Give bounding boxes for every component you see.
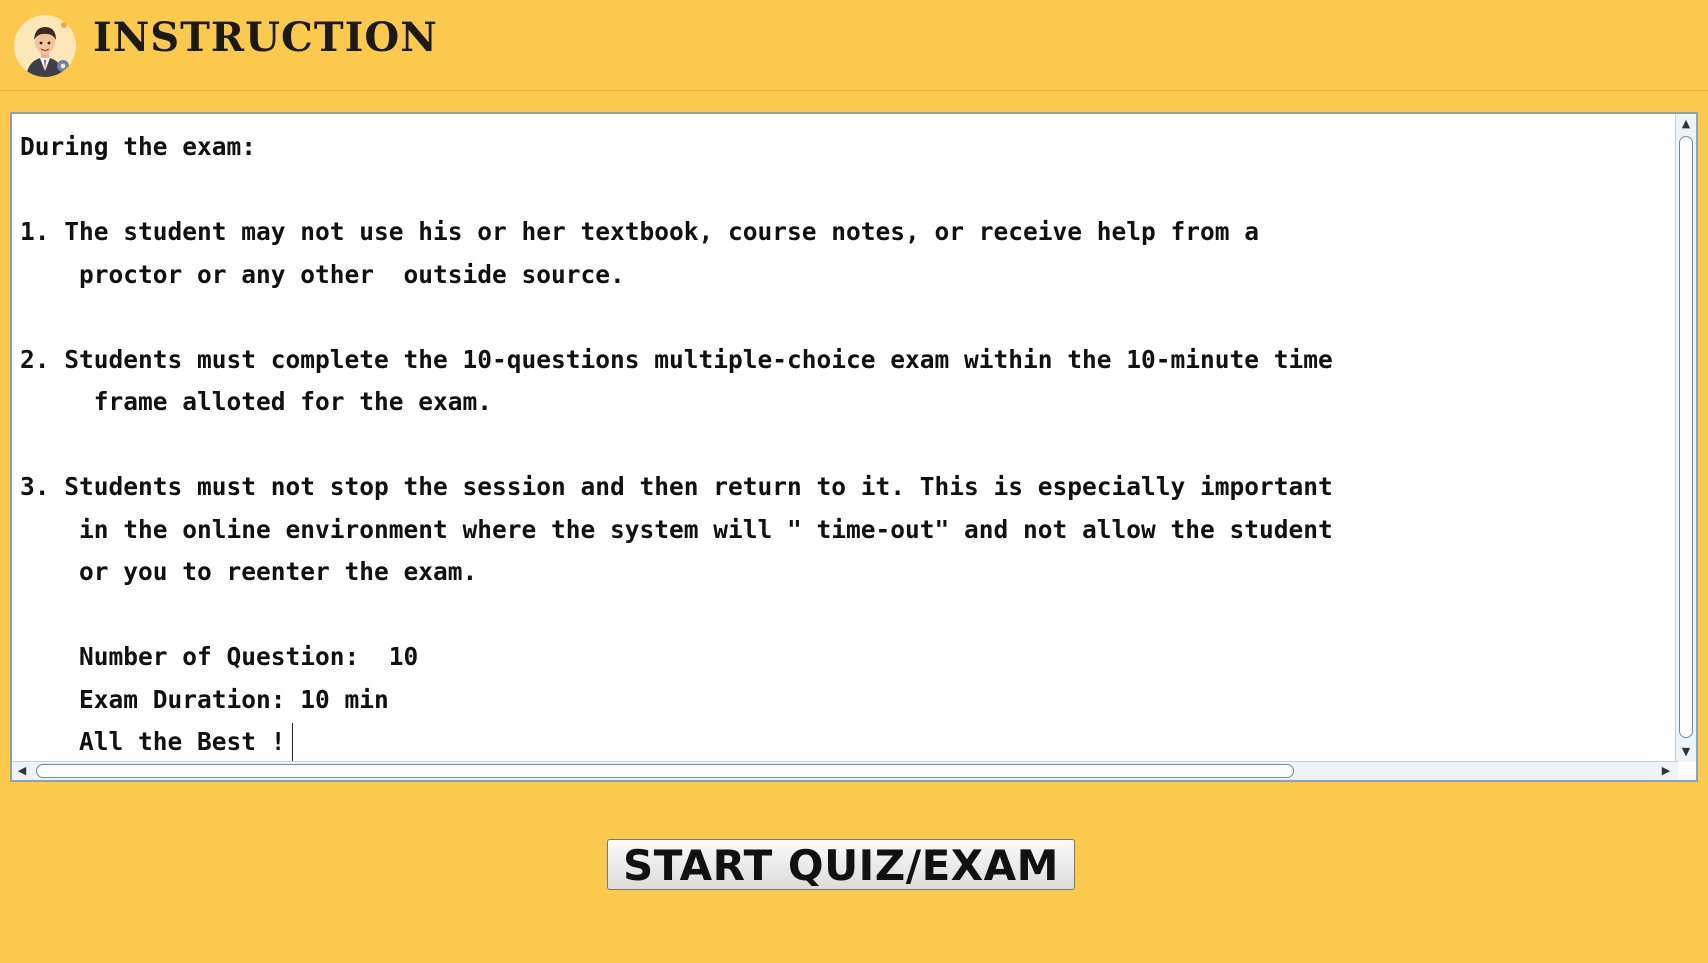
header-bar: INSTRUCTION [0, 0, 1708, 91]
instruction-line: Number of Question: 10 [20, 642, 419, 671]
instruction-line [20, 169, 1680, 212]
page-title: INSTRUCTION [93, 14, 438, 61]
instruction-last-line: All the Best ! [20, 721, 1680, 764]
instruction-line: or you to reenter the exam. [20, 557, 478, 586]
instruction-line: All the Best ! [20, 727, 286, 756]
vertical-scrollbar[interactable]: ▲ ▼ [1675, 114, 1696, 762]
scroll-down-arrow-icon[interactable]: ▼ [1678, 744, 1694, 760]
instruction-line [20, 296, 1680, 339]
scroll-up-arrow-icon[interactable]: ▲ [1678, 116, 1694, 132]
instruction-line [20, 424, 1680, 467]
horizontal-scrollbar[interactable]: ◀ ▶ [12, 761, 1678, 780]
text-caret [291, 723, 293, 763]
person-with-gear-avatar-icon [14, 15, 76, 77]
vertical-scroll-thumb[interactable] [1679, 136, 1693, 738]
instruction-line: 2. Students must complete the 10-questio… [20, 344, 1333, 374]
instruction-line: During the exam: [20, 132, 257, 161]
instructions-text-area[interactable]: During the exam: 1. The student may not … [10, 112, 1698, 782]
scroll-left-arrow-icon[interactable]: ◀ [14, 763, 30, 779]
instruction-line: Exam Duration: 10 min [20, 684, 389, 714]
horizontal-scroll-thumb[interactable] [36, 764, 1294, 778]
instructions-text[interactable]: During the exam: 1. The student may not … [20, 126, 1680, 776]
scroll-right-arrow-icon[interactable]: ▶ [1658, 763, 1674, 779]
instruction-line: 3. Students must not stop the session an… [20, 472, 1333, 501]
instruction-line: proctor or any other outside source. [20, 259, 625, 289]
instruction-line: in the online environment where the syst… [20, 514, 1333, 544]
instruction-line: 1. The student may not use his or her te… [20, 217, 1260, 246]
start-quiz-exam-button[interactable]: START QUIZ/EXAM [607, 839, 1075, 890]
instruction-line: frame alloted for the exam. [20, 387, 493, 416]
instruction-line [20, 594, 1680, 637]
